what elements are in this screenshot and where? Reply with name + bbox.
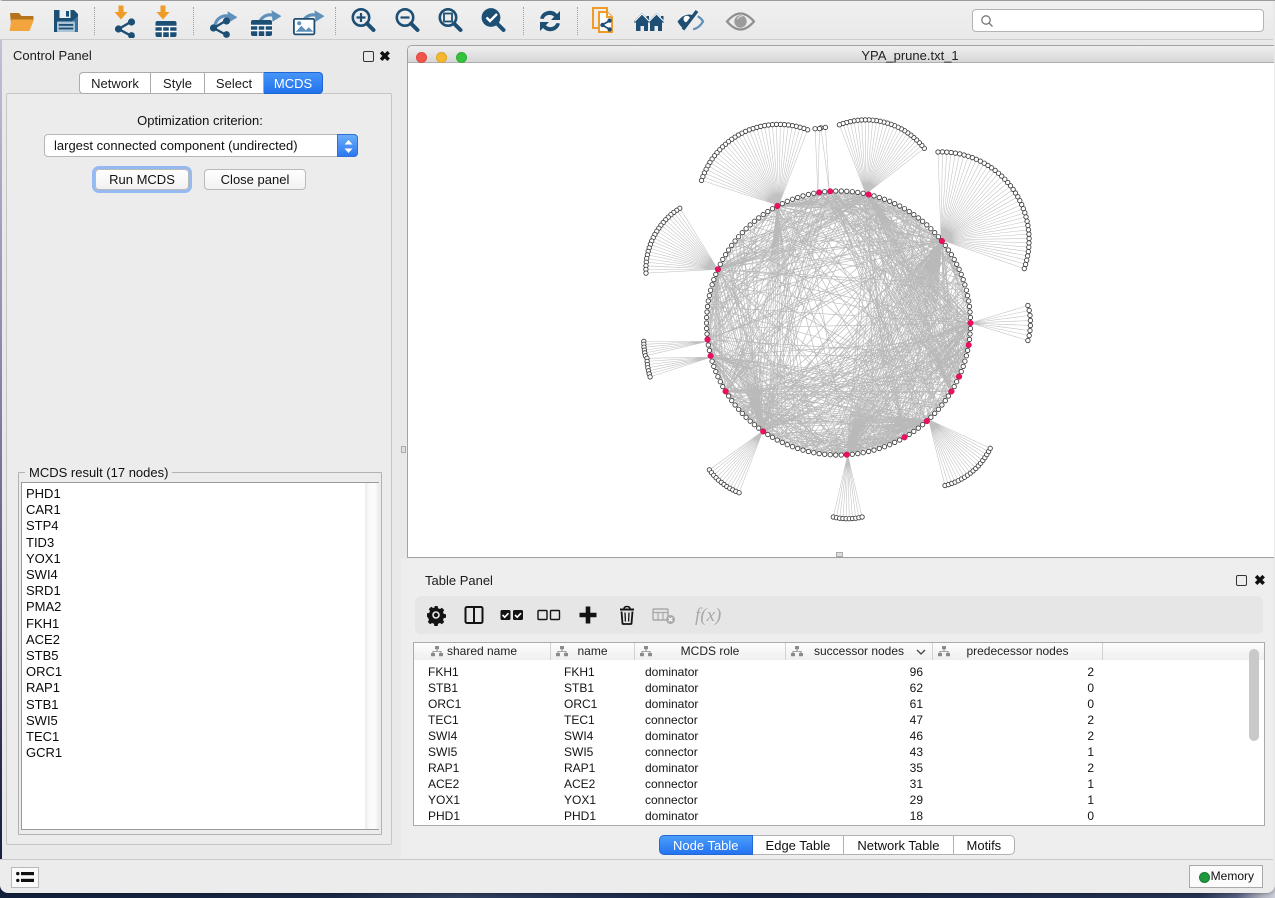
svg-text:f(x): f(x) bbox=[695, 605, 721, 626]
